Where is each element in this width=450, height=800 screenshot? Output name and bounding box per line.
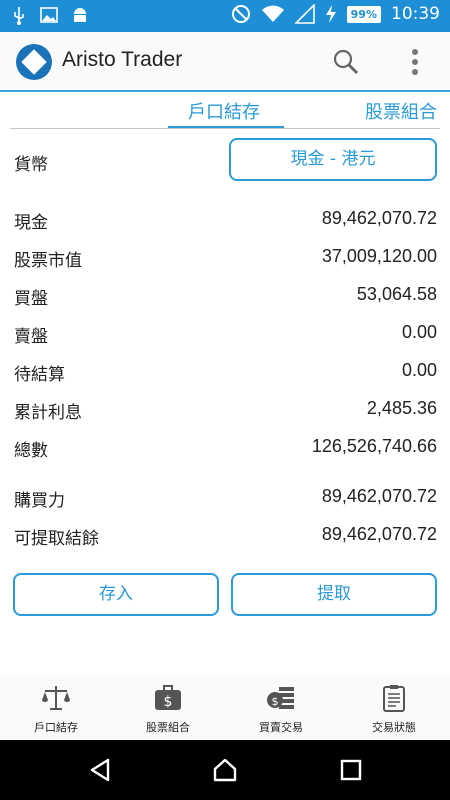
back-icon[interactable] bbox=[88, 758, 112, 782]
do-not-disturb-icon bbox=[231, 5, 250, 23]
row-label: 賣盤 bbox=[14, 327, 48, 347]
balance-row-sell: 賣盤 0.00 bbox=[14, 318, 437, 348]
balance-row-withdrawable: 可提取結餘 89,462,070.72 bbox=[14, 520, 437, 550]
nav-order-status[interactable]: 交易狀態 bbox=[338, 683, 450, 735]
tab-bar: 戶口結存 股票組合 bbox=[0, 92, 450, 132]
row-value: 89,462,070.72 bbox=[321, 208, 437, 228]
svg-text:$: $ bbox=[272, 695, 279, 708]
row-value: 89,462,070.72 bbox=[321, 486, 437, 506]
nav-label: 買賣交易 bbox=[259, 721, 303, 734]
usb-icon bbox=[14, 7, 24, 25]
row-label: 待結算 bbox=[14, 365, 65, 385]
tab-account-balance[interactable]: 戶口結存 bbox=[188, 98, 260, 124]
balance-row-stock-value: 股票市值 37,009,120.00 bbox=[14, 242, 437, 272]
coins-icon: $ bbox=[267, 687, 294, 709]
android-icon bbox=[74, 8, 86, 22]
scale-icon bbox=[42, 686, 70, 710]
svg-text:$: $ bbox=[164, 694, 173, 710]
app-title: Aristo Trader bbox=[62, 48, 183, 71]
more-vert-icon bbox=[412, 49, 418, 75]
row-value: 53,064.58 bbox=[356, 284, 437, 304]
currency-selector[interactable]: 現金 - 港元 bbox=[229, 138, 437, 181]
clock: 10:39 bbox=[391, 4, 440, 24]
tab-divider bbox=[10, 128, 440, 129]
currency-label: 貨幣 bbox=[14, 155, 48, 175]
system-nav-bar bbox=[0, 740, 450, 800]
signal-icon bbox=[294, 4, 315, 24]
row-label: 累計利息 bbox=[14, 403, 82, 423]
nav-label: 戶口結存 bbox=[34, 721, 78, 734]
battery-indicator: 99% bbox=[346, 5, 381, 23]
search-icon bbox=[333, 49, 359, 75]
status-bar: 99% 10:39 bbox=[0, 0, 450, 32]
nav-stock-portfolio[interactable]: $ 股票組合 bbox=[112, 683, 224, 735]
row-value: 2,485.36 bbox=[366, 398, 437, 418]
row-value: 37,009,120.00 bbox=[321, 246, 437, 266]
nav-label: 股票組合 bbox=[146, 721, 190, 734]
row-label: 可提取結餘 bbox=[14, 529, 99, 549]
home-icon[interactable] bbox=[212, 757, 238, 783]
row-value: 0.00 bbox=[401, 322, 437, 342]
row-value: 126,526,740.66 bbox=[311, 436, 437, 456]
clipboard-icon bbox=[383, 685, 405, 712]
row-label: 購買力 bbox=[14, 491, 65, 511]
nav-label: 交易狀態 bbox=[372, 721, 416, 734]
balance-row-buying-power: 購買力 89,462,070.72 bbox=[14, 482, 437, 512]
wifi-icon bbox=[261, 5, 284, 22]
deposit-button[interactable]: 存入 bbox=[13, 573, 219, 616]
search-button[interactable] bbox=[330, 46, 362, 78]
row-label: 買盤 bbox=[14, 289, 48, 309]
tab-stock-portfolio[interactable]: 股票組合 bbox=[365, 98, 437, 124]
balance-row-total: 總數 126,526,740.66 bbox=[14, 432, 437, 462]
balance-row-buy: 買盤 53,064.58 bbox=[14, 280, 437, 310]
row-value: 89,462,070.72 bbox=[321, 524, 437, 544]
balance-row-pending: 待結算 0.00 bbox=[14, 356, 437, 386]
app-bar: Aristo Trader bbox=[0, 32, 450, 92]
app-logo bbox=[16, 44, 52, 80]
row-value: 0.00 bbox=[401, 360, 437, 380]
image-icon bbox=[40, 7, 58, 23]
withdraw-button[interactable]: 提取 bbox=[231, 573, 437, 616]
row-label: 總數 bbox=[14, 441, 48, 461]
recents-icon[interactable] bbox=[340, 759, 362, 781]
row-label: 股票市值 bbox=[14, 251, 82, 271]
briefcase-icon: $ bbox=[155, 685, 181, 710]
nav-account-balance[interactable]: 戶口結存 bbox=[0, 683, 112, 735]
overflow-menu-button[interactable] bbox=[403, 46, 427, 78]
balance-row-interest: 累計利息 2,485.36 bbox=[14, 394, 437, 424]
balance-row-cash: 現金 89,462,070.72 bbox=[14, 204, 437, 234]
charging-icon bbox=[325, 5, 336, 23]
nav-trading[interactable]: $ 買賣交易 bbox=[225, 683, 337, 735]
row-label: 現金 bbox=[14, 213, 48, 233]
bottom-navigation: 戶口結存 $ 股票組合 $ 買賣交易 交易狀態 bbox=[0, 675, 450, 740]
